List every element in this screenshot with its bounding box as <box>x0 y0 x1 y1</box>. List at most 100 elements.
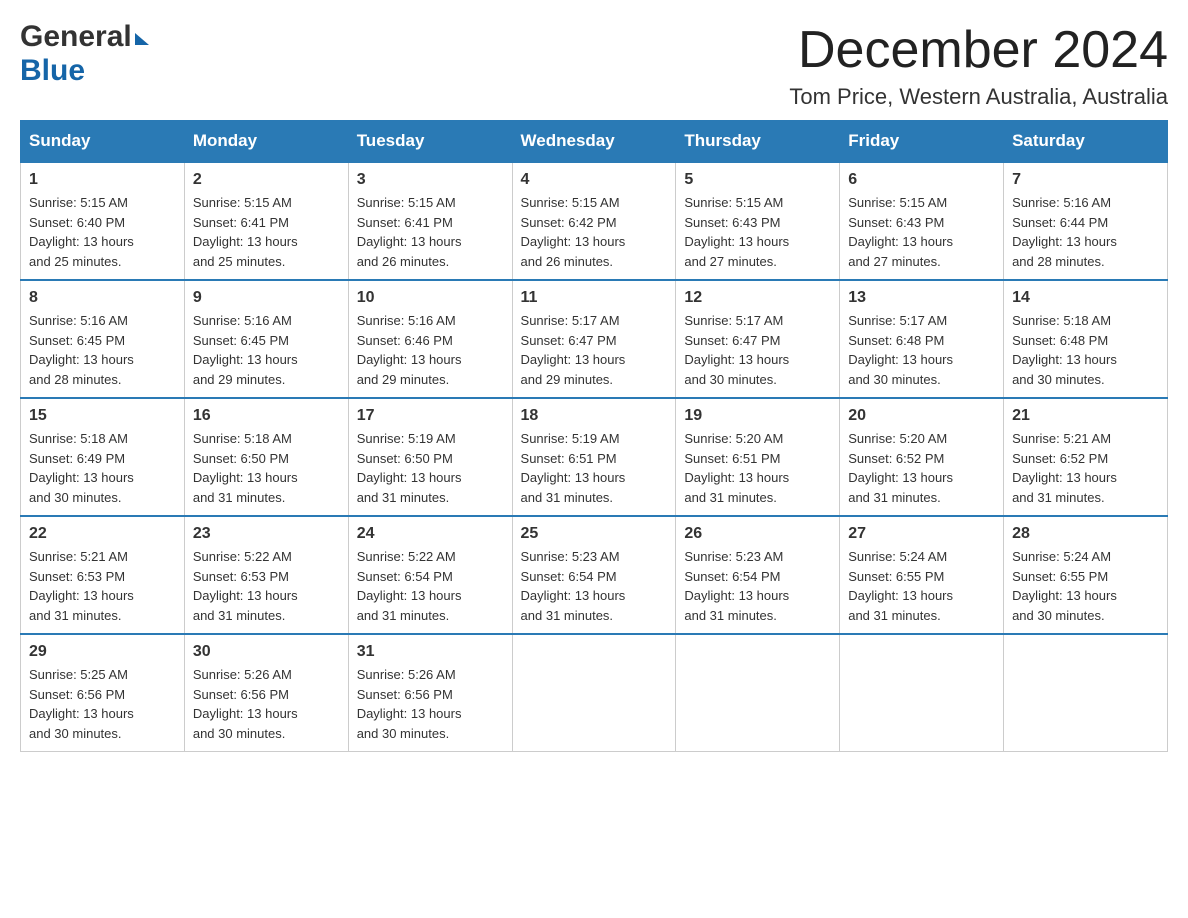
day-info: Sunrise: 5:23 AMSunset: 6:54 PMDaylight:… <box>521 547 668 625</box>
day-info: Sunrise: 5:20 AMSunset: 6:51 PMDaylight:… <box>684 429 831 507</box>
day-info: Sunrise: 5:18 AMSunset: 6:50 PMDaylight:… <box>193 429 340 507</box>
calendar-cell: 20Sunrise: 5:20 AMSunset: 6:52 PMDayligh… <box>840 398 1004 516</box>
day-info: Sunrise: 5:17 AMSunset: 6:48 PMDaylight:… <box>848 311 995 389</box>
calendar-cell: 1 Sunrise: 5:15 AMSunset: 6:40 PMDaylight… <box>21 162 185 280</box>
day-info: Sunrise: 5:15 AMSunset: 6:43 PMDaylight:… <box>848 193 995 271</box>
calendar-cell <box>1004 634 1168 752</box>
day-info: Sunrise: 5:19 AMSunset: 6:51 PMDaylight:… <box>521 429 668 507</box>
day-info: Sunrise: 5:16 AMSunset: 6:44 PMDaylight:… <box>1012 193 1159 271</box>
day-number: 28 <box>1012 525 1159 543</box>
day-number: 18 <box>521 407 668 425</box>
day-info: Sunrise: 5:15 AMSunset: 6:40 PMDaylight:… <box>29 193 176 271</box>
calendar-week-3: 15Sunrise: 5:18 AMSunset: 6:49 PMDayligh… <box>21 398 1168 516</box>
calendar-cell: 25 Sunrise: 5:23 AMSunset: 6:54 PMDayligh… <box>512 516 676 634</box>
day-number: 31 <box>357 643 504 661</box>
col-tuesday: Tuesday <box>348 121 512 163</box>
day-number: 29 <box>29 643 176 661</box>
day-info: Sunrise: 5:17 AMSunset: 6:47 PMDaylight:… <box>684 311 831 389</box>
day-info: Sunrise: 5:17 AMSunset: 6:47 PMDaylight:… <box>521 311 668 389</box>
day-info: Sunrise: 5:21 AMSunset: 6:53 PMDaylight:… <box>29 547 176 625</box>
logo-blue: Blue <box>20 54 85 87</box>
calendar-cell <box>840 634 1004 752</box>
day-number: 30 <box>193 643 340 661</box>
calendar-cell: 4 Sunrise: 5:15 AMSunset: 6:42 PMDaylight… <box>512 162 676 280</box>
calendar-cell: 18 Sunrise: 5:19 AMSunset: 6:51 PMDayligh… <box>512 398 676 516</box>
day-number: 24 <box>357 525 504 543</box>
day-number: 14 <box>1012 289 1159 307</box>
day-number: 22 <box>29 525 176 543</box>
logo-arrow-icon <box>135 33 149 45</box>
day-info: Sunrise: 5:22 AMSunset: 6:54 PMDaylight:… <box>357 547 504 625</box>
day-number: 12 <box>684 289 831 307</box>
day-info: Sunrise: 5:16 AMSunset: 6:45 PMDaylight:… <box>193 311 340 389</box>
calendar-cell: 30 Sunrise: 5:26 AMSunset: 6:56 PMDayligh… <box>184 634 348 752</box>
day-number: 13 <box>848 289 995 307</box>
calendar-week-2: 8 Sunrise: 5:16 AMSunset: 6:45 PMDaylight… <box>21 280 1168 398</box>
day-number: 25 <box>521 525 668 543</box>
day-number: 21 <box>1012 407 1159 425</box>
day-info: Sunrise: 5:16 AMSunset: 6:45 PMDaylight:… <box>29 311 176 389</box>
day-number: 17 <box>357 407 504 425</box>
calendar-cell: 14 Sunrise: 5:18 AMSunset: 6:48 PMDayligh… <box>1004 280 1168 398</box>
calendar-cell: 7Sunrise: 5:16 AMSunset: 6:44 PMDaylight… <box>1004 162 1168 280</box>
day-number: 4 <box>521 171 668 189</box>
day-info: Sunrise: 5:24 AMSunset: 6:55 PMDaylight:… <box>848 547 995 625</box>
day-number: 15 <box>29 407 176 425</box>
day-number: 6 <box>848 171 995 189</box>
calendar-cell: 2Sunrise: 5:15 AMSunset: 6:41 PMDaylight… <box>184 162 348 280</box>
calendar-week-5: 29Sunrise: 5:25 AMSunset: 6:56 PMDayligh… <box>21 634 1168 752</box>
calendar-cell: 24 Sunrise: 5:22 AMSunset: 6:54 PMDayligh… <box>348 516 512 634</box>
logo: General Blue <box>20 20 149 88</box>
title-area: December 2024 Tom Price, Western Austral… <box>789 20 1168 110</box>
calendar-cell: 11 Sunrise: 5:17 AMSunset: 6:47 PMDayligh… <box>512 280 676 398</box>
day-info: Sunrise: 5:21 AMSunset: 6:52 PMDaylight:… <box>1012 429 1159 507</box>
calendar-cell: 21 Sunrise: 5:21 AMSunset: 6:52 PMDayligh… <box>1004 398 1168 516</box>
day-number: 1 <box>29 171 176 189</box>
col-wednesday: Wednesday <box>512 121 676 163</box>
col-sunday: Sunday <box>21 121 185 163</box>
day-info: Sunrise: 5:20 AMSunset: 6:52 PMDaylight:… <box>848 429 995 507</box>
day-info: Sunrise: 5:22 AMSunset: 6:53 PMDaylight:… <box>193 547 340 625</box>
col-saturday: Saturday <box>1004 121 1168 163</box>
col-thursday: Thursday <box>676 121 840 163</box>
calendar-cell: 22 Sunrise: 5:21 AMSunset: 6:53 PMDayligh… <box>21 516 185 634</box>
month-title: December 2024 <box>789 20 1168 80</box>
calendar-cell: 12 Sunrise: 5:17 AMSunset: 6:47 PMDayligh… <box>676 280 840 398</box>
calendar-cell: 13 Sunrise: 5:17 AMSunset: 6:48 PMDayligh… <box>840 280 1004 398</box>
col-friday: Friday <box>840 121 1004 163</box>
calendar-table: Sunday Monday Tuesday Wednesday Thursday… <box>20 120 1168 752</box>
calendar-cell: 23Sunrise: 5:22 AMSunset: 6:53 PMDayligh… <box>184 516 348 634</box>
day-info: Sunrise: 5:15 AMSunset: 6:41 PMDaylight:… <box>357 193 504 271</box>
calendar-cell: 27 Sunrise: 5:24 AMSunset: 6:55 PMDayligh… <box>840 516 1004 634</box>
day-number: 3 <box>357 171 504 189</box>
day-info: Sunrise: 5:26 AMSunset: 6:56 PMDaylight:… <box>357 665 504 743</box>
day-info: Sunrise: 5:15 AMSunset: 6:41 PMDaylight:… <box>193 193 340 271</box>
day-info: Sunrise: 5:23 AMSunset: 6:54 PMDaylight:… <box>684 547 831 625</box>
calendar-cell: 16Sunrise: 5:18 AMSunset: 6:50 PMDayligh… <box>184 398 348 516</box>
day-info: Sunrise: 5:15 AMSunset: 6:42 PMDaylight:… <box>521 193 668 271</box>
day-info: Sunrise: 5:15 AMSunset: 6:43 PMDaylight:… <box>684 193 831 271</box>
calendar-cell: 29Sunrise: 5:25 AMSunset: 6:56 PMDayligh… <box>21 634 185 752</box>
calendar-cell: 31 Sunrise: 5:26 AMSunset: 6:56 PMDayligh… <box>348 634 512 752</box>
day-number: 27 <box>848 525 995 543</box>
logo-general: General <box>20 20 132 54</box>
calendar-header-row: Sunday Monday Tuesday Wednesday Thursday… <box>21 121 1168 163</box>
day-info: Sunrise: 5:18 AMSunset: 6:48 PMDaylight:… <box>1012 311 1159 389</box>
calendar-cell: 8 Sunrise: 5:16 AMSunset: 6:45 PMDaylight… <box>21 280 185 398</box>
day-number: 5 <box>684 171 831 189</box>
calendar-cell: 6 Sunrise: 5:15 AMSunset: 6:43 PMDaylight… <box>840 162 1004 280</box>
day-number: 8 <box>29 289 176 307</box>
calendar-cell: 28Sunrise: 5:24 AMSunset: 6:55 PMDayligh… <box>1004 516 1168 634</box>
page-header: General Blue December 2024 Tom Price, We… <box>20 20 1168 110</box>
col-monday: Monday <box>184 121 348 163</box>
day-number: 9 <box>193 289 340 307</box>
day-info: Sunrise: 5:26 AMSunset: 6:56 PMDaylight:… <box>193 665 340 743</box>
calendar-cell: 26 Sunrise: 5:23 AMSunset: 6:54 PMDayligh… <box>676 516 840 634</box>
calendar-cell: 10 Sunrise: 5:16 AMSunset: 6:46 PMDayligh… <box>348 280 512 398</box>
calendar-cell <box>512 634 676 752</box>
day-number: 26 <box>684 525 831 543</box>
calendar-cell <box>676 634 840 752</box>
day-number: 10 <box>357 289 504 307</box>
day-info: Sunrise: 5:16 AMSunset: 6:46 PMDaylight:… <box>357 311 504 389</box>
day-number: 11 <box>521 289 668 307</box>
